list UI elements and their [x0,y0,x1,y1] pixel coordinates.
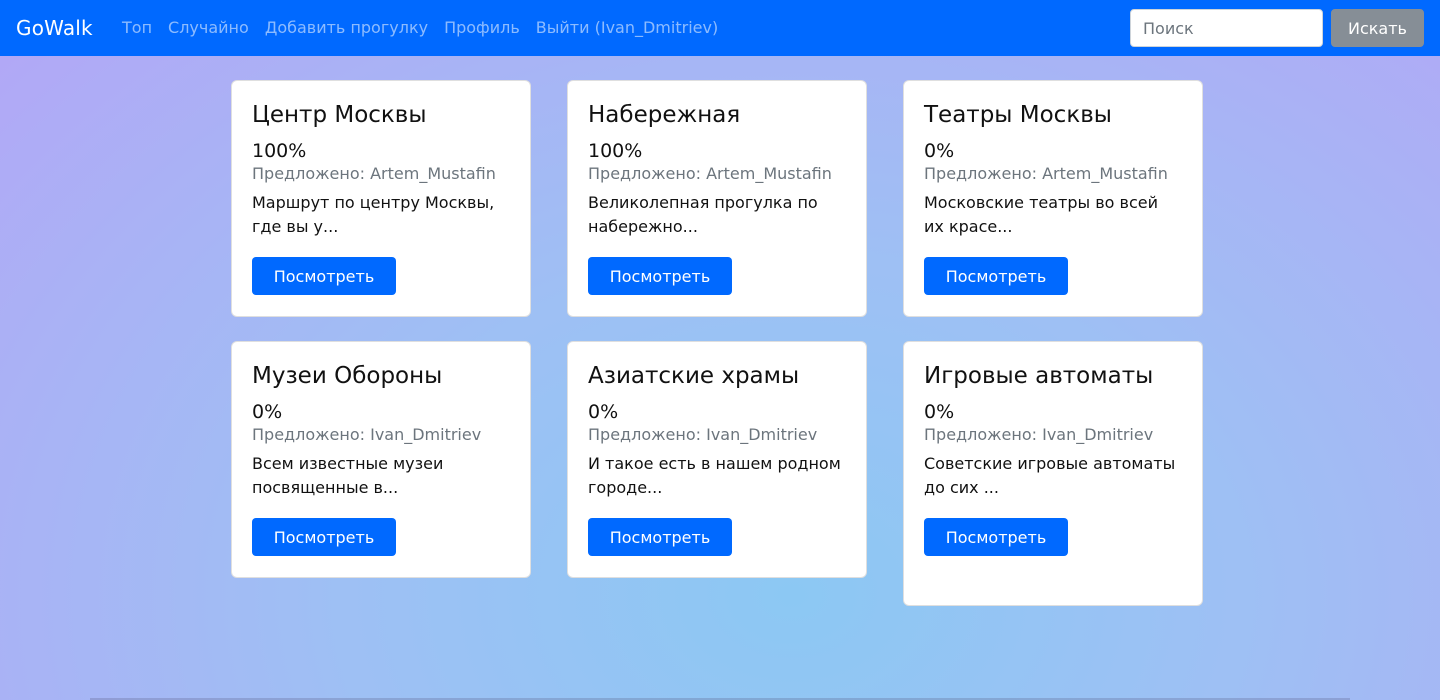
view-button[interactable]: Посмотреть [924,257,1068,295]
nav-link-logout[interactable]: Выйти (Ivan_Dmitriev) [536,16,718,40]
nav-link-add-walk[interactable]: Добавить прогулку [265,16,428,40]
card-percent: 100% [588,140,643,162]
nav-links: Топ Случайно Добавить прогулку Профиль В… [122,16,734,40]
card-percent: 100% [252,140,307,162]
card-title: Музеи Обороны [252,363,443,389]
view-button[interactable]: Посмотреть [924,518,1068,556]
card-author: Предложено: Artem_Mustafin [588,164,832,183]
walk-card: Центр Москвы 100% Предложено: Artem_Must… [231,80,531,317]
card-author: Предложено: Ivan_Dmitriev [588,425,818,444]
card-percent: 0% [588,401,619,423]
search-button[interactable]: Искать [1331,9,1424,47]
walk-card: Музеи Обороны 0% Предложено: Ivan_Dmitri… [231,341,531,578]
card-description: Московские театры во всей их красе... [924,193,1158,236]
card-title: Театры Москвы [924,102,1112,128]
card-percent: 0% [924,401,955,423]
card-description: Советские игровые автоматы до сих ... [924,454,1176,497]
brand-logo[interactable]: GoWalk [16,14,93,42]
walk-card: Азиатские храмы 0% Предложено: Ivan_Dmit… [567,341,867,578]
nav-link-random[interactable]: Случайно [168,16,249,40]
card-description: И такое есть в нашем родном городе... [588,454,841,497]
view-button[interactable]: Посмотреть [588,257,732,295]
card-author: Предложено: Ivan_Dmitriev [924,425,1154,444]
card-author: Предложено: Artem_Mustafin [252,164,496,183]
card-percent: 0% [924,140,955,162]
walk-card: Набережная 100% Предложено: Artem_Mustaf… [567,80,867,317]
card-description: Всем известные музеи посвященные в... [252,454,444,497]
card-author: Предложено: Artem_Mustafin [924,164,1168,183]
nav-link-profile[interactable]: Профиль [444,16,520,40]
card-percent: 0% [252,401,283,423]
view-button[interactable]: Посмотреть [252,257,396,295]
card-title: Игровые автоматы [924,363,1154,389]
top-navbar: GoWalk Топ Случайно Добавить прогулку Пр… [0,0,1440,56]
view-button[interactable]: Посмотреть [252,518,396,556]
card-title: Азиатские храмы [588,363,800,389]
search-input[interactable] [1130,9,1323,47]
walk-card: Игровые автоматы 0% Предложено: Ivan_Dmi… [903,341,1203,606]
card-description: Маршрут по центру Москвы, где вы у... [252,193,495,236]
walk-card: Театры Москвы 0% Предложено: Artem_Musta… [903,80,1203,317]
card-author: Предложено: Ivan_Dmitriev [252,425,482,444]
view-button[interactable]: Посмотреть [588,518,732,556]
card-title: Центр Москвы [252,102,427,128]
nav-link-top[interactable]: Топ [122,16,152,40]
card-title: Набережная [588,102,741,128]
card-description: Великолепная прогулка по набережно... [588,193,818,236]
